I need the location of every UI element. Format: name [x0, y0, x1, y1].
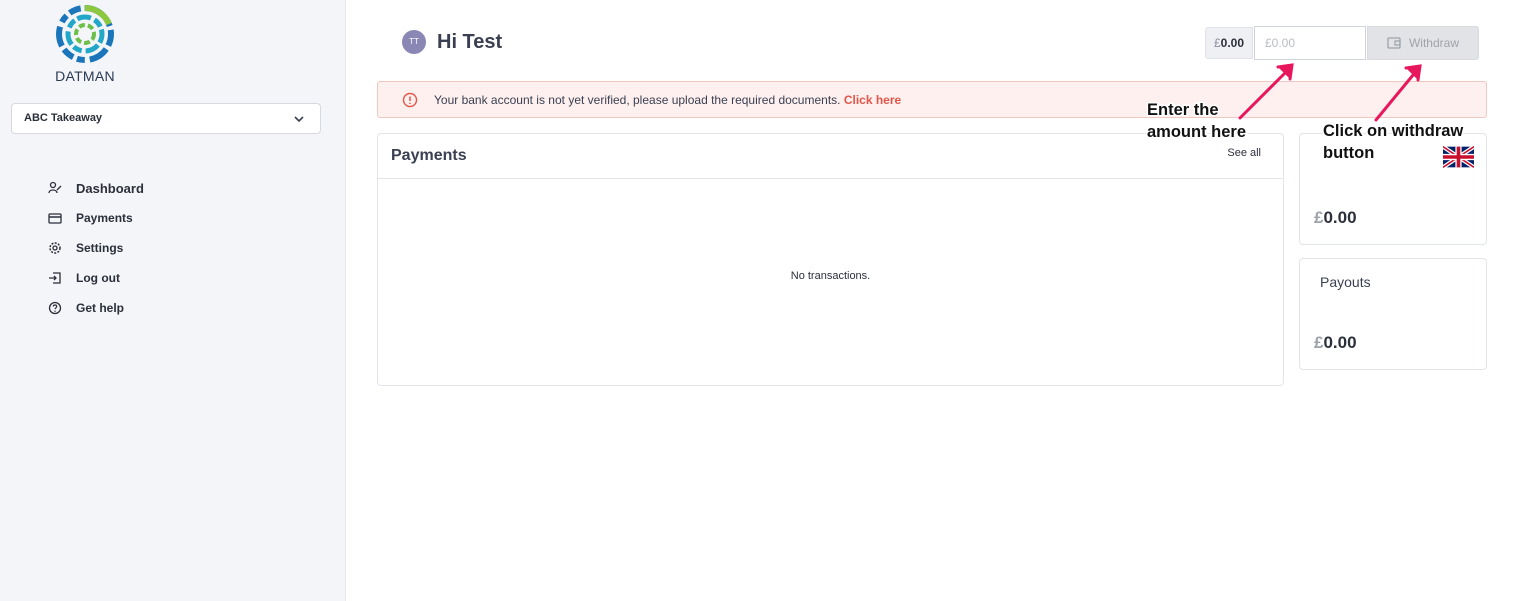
sidebar-item-settings[interactable]: Settings [48, 233, 144, 263]
sidebar-item-payments[interactable]: Payments [48, 203, 144, 233]
annotation-amount-line2: amount here [1145, 122, 1247, 143]
store-select[interactable]: ABC Takeaway [11, 103, 321, 134]
sidebar-item-label: Settings [76, 241, 124, 255]
datman-logo[interactable]: DATMAN [52, 4, 118, 84]
logo-text: DATMAN [55, 68, 115, 84]
gear-icon [49, 242, 61, 254]
balance-card-amount: 0.00 [1323, 208, 1357, 227]
page-title: Hi Test [437, 31, 503, 53]
balance-amount: 0.00 [1220, 36, 1245, 50]
see-all-link[interactable]: See all [1227, 147, 1261, 159]
datman-logo-icon [56, 5, 114, 63]
alert-text: Your bank account is not yet verified, p… [434, 93, 841, 107]
balance-value: £0.00 [1314, 208, 1357, 228]
help-icon [48, 301, 62, 315]
payouts-value: £0.00 [1314, 333, 1357, 353]
withdraw-button[interactable]: Withdraw [1367, 26, 1479, 60]
payouts-card: Payouts £0.00 [1299, 258, 1487, 370]
withdraw-button-label: Withdraw [1408, 36, 1459, 50]
sidebar-item-dashboard[interactable]: Dashboard [48, 173, 144, 203]
payments-card: Payments See all No transactions. [377, 133, 1284, 386]
sidebar-item-logout[interactable]: Log out [48, 263, 144, 293]
balance-currency: £ [1213, 36, 1221, 50]
annotation-withdraw-line2: button [1321, 143, 1375, 164]
sidebar-item-label: Dashboard [76, 180, 144, 196]
avatar[interactable]: TT [402, 30, 426, 54]
sidebar: DATMAN ABC Takeaway Dashboard Payments S… [0, 0, 346, 601]
logout-icon [49, 272, 61, 284]
annotation-withdraw: Click on withdraw button [1321, 120, 1464, 164]
dashboard-icon [48, 181, 62, 194]
sidebar-item-label: Get help [76, 301, 125, 315]
withdraw-amount-input[interactable] [1254, 26, 1366, 60]
sidebar-item-get-help[interactable]: Get help [48, 293, 144, 323]
card-icon [48, 213, 62, 224]
store-select-label: ABC Takeaway [24, 112, 103, 124]
payments-title: Payments [391, 147, 467, 164]
sidebar-item-label: Payments [76, 211, 133, 225]
annotation-withdraw-line1: Click on withdraw [1321, 121, 1464, 142]
sidebar-item-label: Log out [76, 271, 120, 285]
warning-icon [402, 92, 418, 108]
balance-chip: £0.00 [1205, 27, 1253, 59]
payouts-title: Payouts [1320, 274, 1371, 290]
chevron-down-icon [294, 116, 304, 123]
alert-message: Your bank account is not yet verified, p… [434, 93, 901, 107]
sidebar-nav: Dashboard Payments Settings Log out Get … [48, 173, 144, 323]
empty-state: No transactions. [790, 270, 871, 282]
wallet-icon [1387, 37, 1401, 49]
upload-documents-link[interactable]: Click here [844, 93, 901, 107]
annotation-amount-line1: Enter the [1145, 100, 1220, 121]
annotation-amount: Enter the amount here [1145, 99, 1247, 143]
verification-alert: Your bank account is not yet verified, p… [377, 81, 1487, 118]
payouts-amount: 0.00 [1323, 333, 1357, 352]
